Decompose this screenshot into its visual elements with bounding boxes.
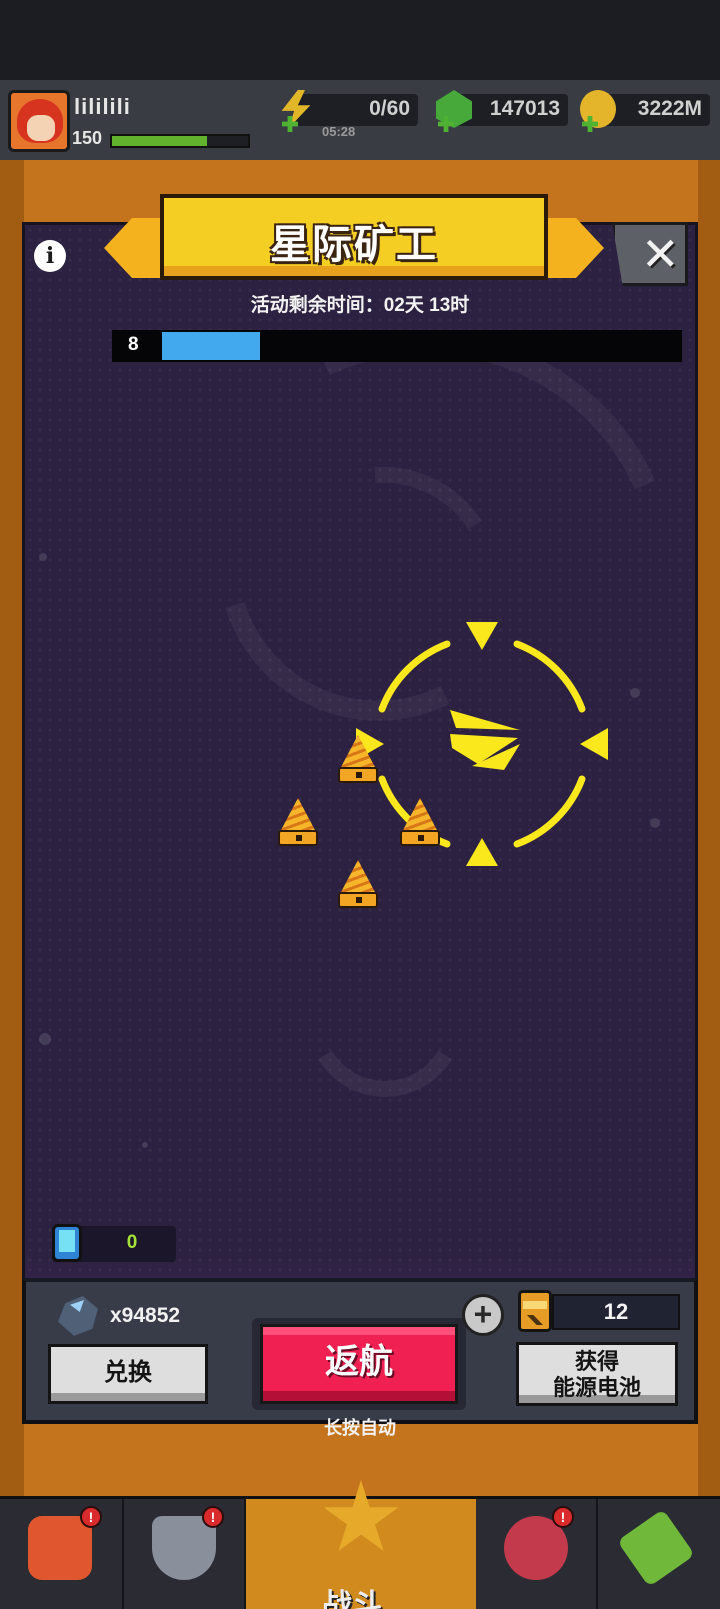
event-remaining-time: 活动剩余时间：02天 13时 <box>250 295 470 316</box>
info-icon[interactable]: i <box>34 240 66 272</box>
close-button[interactable]: ✕ <box>612 222 688 286</box>
drill-base <box>400 830 440 846</box>
notification-badge: ! <box>80 1506 102 1528</box>
auto-hint: 长按自动 <box>324 1418 396 1438</box>
get-battery-label-line1: 获得 <box>574 1349 619 1374</box>
drill-cone <box>280 798 316 832</box>
drill[interactable] <box>336 735 380 787</box>
progress-fill <box>162 332 261 360</box>
crosshair-icon[interactable] <box>352 614 612 874</box>
battery-icon <box>518 1290 552 1332</box>
drill[interactable] <box>336 860 380 912</box>
battle-label: 战斗 <box>322 1589 382 1609</box>
notification-badge: ! <box>202 1506 224 1528</box>
exchange-button[interactable]: 兑换 <box>48 1344 208 1404</box>
crystal-counter: 0 <box>52 1224 176 1262</box>
plus-icon: + <box>473 1296 493 1332</box>
level-number: 8 <box>128 334 139 355</box>
return-button[interactable]: 返航 <box>260 1324 458 1404</box>
battery-band <box>523 1301 547 1309</box>
energy-timer: 05:28 <box>322 124 356 139</box>
drill[interactable] <box>398 798 442 850</box>
avatar-face <box>27 115 55 141</box>
drill[interactable] <box>276 798 320 850</box>
drill-cone <box>340 735 376 769</box>
drill-base <box>278 830 318 846</box>
energy-counter[interactable]: 0/60 <box>296 94 418 126</box>
crystal-highlight <box>59 1230 75 1252</box>
drill-base <box>338 892 378 908</box>
drill-cone <box>402 798 438 832</box>
drill-base <box>338 767 378 783</box>
crystal-icon <box>52 1224 82 1262</box>
background-edge-right <box>698 160 720 1500</box>
progress-track <box>162 332 680 360</box>
banner-plate: 星际矿工 <box>160 194 548 280</box>
notification-badge: ! <box>552 1506 574 1528</box>
crystal-count: 0 <box>126 1232 138 1253</box>
game-screen: lililili 150 0/60 05:28 147013 3222M ! !… <box>0 0 720 1609</box>
battery-count: 12 <box>552 1294 680 1330</box>
ore-count: x94852 <box>110 1304 181 1327</box>
xp-bar <box>110 134 250 148</box>
battery-bolt <box>527 1315 543 1325</box>
get-battery-label-line2: 能源电池 <box>552 1375 641 1400</box>
event-title: 星际矿工 <box>270 223 438 267</box>
title-banner: 星际矿工 <box>104 186 604 290</box>
player-avatar[interactable] <box>8 90 70 152</box>
player-name: lililili <box>74 94 131 119</box>
drill-cone <box>340 860 376 894</box>
status-strip <box>0 0 720 80</box>
add-battery-button[interactable]: + <box>462 1294 504 1336</box>
get-battery-button[interactable]: 获得 能源电池 <box>516 1342 678 1406</box>
level-progress-bar: 8 <box>112 330 682 362</box>
player-level: 150 <box>72 128 103 148</box>
shop-icon <box>28 1516 92 1580</box>
xp-bar-fill <box>112 136 208 146</box>
close-icon: ✕ <box>641 228 680 280</box>
background-edge-left <box>0 160 24 1500</box>
